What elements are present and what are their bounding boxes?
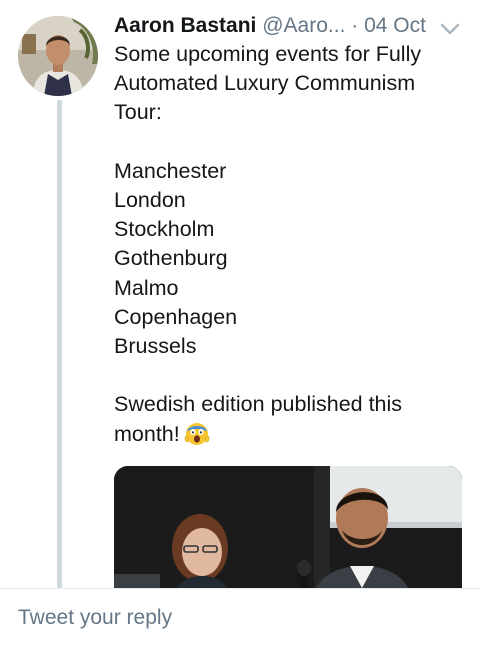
reply-input[interactable]: Tweet your reply: [18, 601, 458, 635]
tweet-line: month!: [114, 421, 180, 446]
tweet-photo[interactable]: [114, 466, 462, 606]
tweet-line-last: month!: [114, 420, 454, 449]
event-photo: [114, 466, 462, 606]
tweet-line: Copenhagen: [114, 304, 238, 329]
tweet-text: Some upcoming events for Fully Automated…: [114, 40, 454, 449]
tweet-line: Brussels: [114, 334, 197, 359]
tweet-date[interactable]: 04 Oct: [364, 14, 426, 37]
tweet-line: Automated Luxury Communism: [114, 71, 416, 96]
tweet-header: Aaron Bastani @Aaro... · 04 Oct: [114, 12, 464, 40]
author-name[interactable]: Aaron Bastani: [114, 14, 256, 37]
thread-line: [57, 100, 62, 588]
tweet-line: London: [114, 188, 186, 212]
chevron-down-icon[interactable]: [439, 22, 461, 36]
tweet-line: Stockholm: [114, 217, 215, 242]
tweet-line: Some upcoming events for Fully: [114, 42, 422, 66]
tweet-line: Manchester: [114, 158, 227, 183]
avatar-photo: [18, 16, 98, 96]
tweet-line: [114, 361, 454, 390]
author-handle[interactable]: @Aaro...: [262, 14, 345, 37]
date-separator: ·: [351, 14, 359, 37]
avatar[interactable]: [18, 16, 98, 96]
reply-bar: Tweet your reply: [0, 588, 480, 649]
tweet-line: Malmo: [114, 275, 179, 300]
tweet-line: Gothenburg: [114, 246, 228, 271]
tweet-line: [114, 128, 454, 157]
tweet-line: Tour:: [114, 100, 162, 125]
screaming-face-emoji-icon: [184, 420, 210, 446]
tweet-line: Swedish edition published this: [114, 392, 403, 417]
